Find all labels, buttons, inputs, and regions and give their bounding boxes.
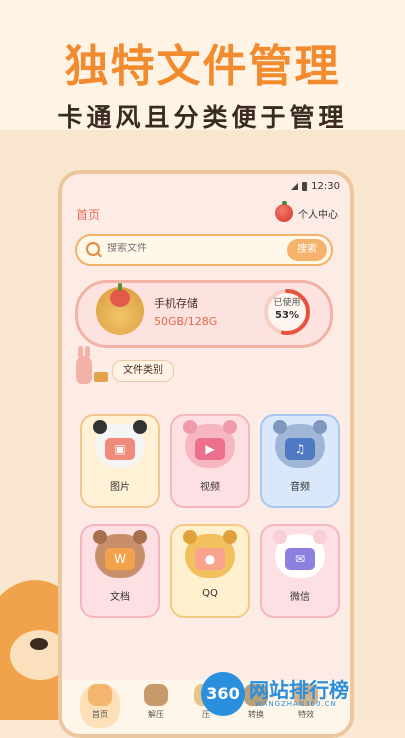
tiger-qq-icon: ● <box>183 530 237 578</box>
cat-extract-icon <box>144 684 168 706</box>
category-header: 文件类别 <box>72 346 272 394</box>
user-center-button[interactable]: 个人中心 <box>275 201 338 222</box>
bear-doc-icon: W <box>93 530 147 578</box>
watermark-text: 网站排行榜 <box>249 678 349 702</box>
category-tile-documents[interactable]: W 文档 <box>80 524 160 618</box>
page-title: 首页 <box>76 208 101 222</box>
category-label: 文档 <box>110 592 130 603</box>
tab-label: 解压 <box>148 710 164 719</box>
promo-headline: 独特文件管理 <box>64 41 341 92</box>
phone-frame: 12:30 首页 个人中心 搜索 手机存储 50GB/128G 已使用 53% … <box>58 170 354 738</box>
category-tile-audio[interactable]: ♫ 音频 <box>260 414 340 508</box>
bunny-icon <box>76 346 92 384</box>
storage-card[interactable]: 手机存储 50GB/128G 已使用 53% <box>75 280 333 348</box>
used-percent: 53% <box>275 310 299 321</box>
cat-audio-icon: ♫ <box>273 420 327 468</box>
storage-value: 50GB/128G <box>154 315 218 328</box>
pot-icon <box>96 283 144 335</box>
category-label: QQ <box>202 588 218 599</box>
watermark-url: WANGZHAN360.CN <box>255 700 337 708</box>
promo-subline: 卡通风且分类便于管理 <box>57 103 348 132</box>
category-title: 文件类别 <box>112 360 174 382</box>
category-label: 微信 <box>290 592 310 603</box>
battery-icon <box>302 182 308 191</box>
cart-icon <box>94 372 108 382</box>
search-button[interactable]: 搜索 <box>287 239 327 261</box>
category-tile-wechat[interactable]: ✉ 微信 <box>260 524 340 618</box>
category-label: 视频 <box>200 482 220 493</box>
category-tile-qq[interactable]: ● QQ <box>170 524 250 618</box>
tab-label: 首页 <box>92 710 108 719</box>
status-time: 12:30 <box>311 181 340 192</box>
site-watermark: 360 网站排行榜 WANGZHAN360.CN <box>201 672 401 716</box>
storage-label: 手机存储 <box>154 297 198 310</box>
pig-video-icon: ▶ <box>183 420 237 468</box>
category-label: 图片 <box>110 482 130 493</box>
search-input[interactable] <box>107 243 267 254</box>
watermark-logo: 360 <box>201 672 245 716</box>
category-tile-images[interactable]: ▣ 图片 <box>80 414 160 508</box>
used-label: 已使用 <box>273 298 301 308</box>
app-header: 首页 个人中心 <box>62 200 350 230</box>
search-bar: 搜索 <box>75 234 333 266</box>
status-bar: 12:30 <box>62 174 350 200</box>
signal-icon <box>291 183 299 190</box>
tab-extract[interactable]: 解压 <box>136 684 176 728</box>
status-indicators: 12:30 <box>291 181 340 192</box>
user-center-label: 个人中心 <box>298 209 338 221</box>
tomato-avatar-icon <box>275 201 293 222</box>
tab-home[interactable]: 首页 <box>80 684 120 728</box>
panda-image-icon: ▣ <box>93 420 147 468</box>
tiger-home-icon <box>88 684 112 706</box>
bunny-wechat-icon: ✉ <box>273 530 327 578</box>
search-icon <box>86 242 100 256</box>
category-tile-videos[interactable]: ▶ 视频 <box>170 414 250 508</box>
category-label: 音频 <box>290 482 310 493</box>
